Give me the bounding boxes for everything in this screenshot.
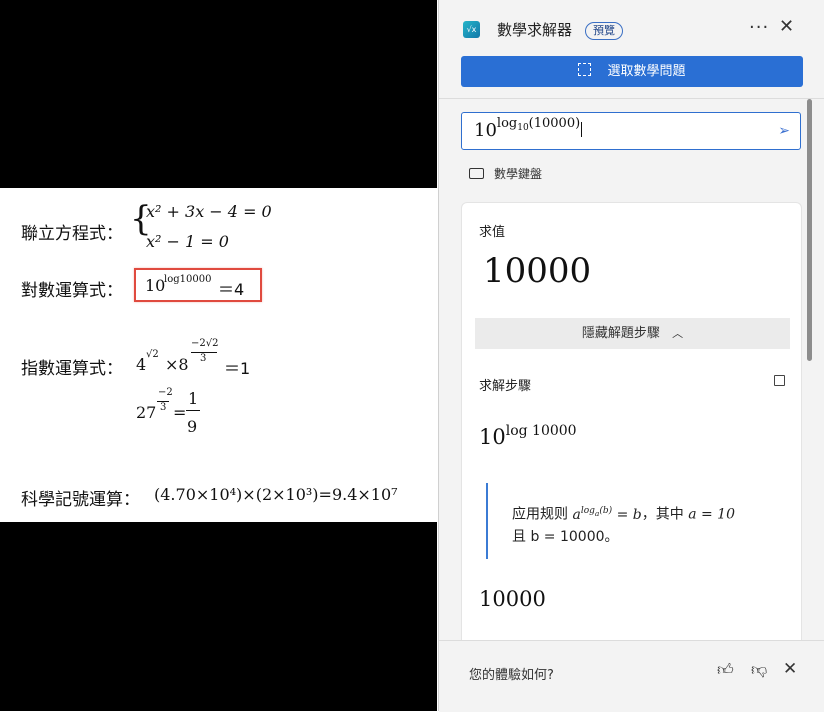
thumbs-down-icon[interactable]: 👎︎ [751, 660, 767, 680]
results-scroll-area[interactable]: 10log10(10000) ➢ 數學鍵盤 求值 10000 隱藏解題步驟 ︿ … [439, 98, 824, 641]
math-solver-panel: √x 數學求解器 預覽 ··· ✕ 選取數學問題 10log10(10000) … [438, 0, 824, 712]
rule-accent-bar [486, 483, 488, 559]
rule-text-a: 应用规则 [512, 506, 573, 523]
input-log: log10(10000) [496, 116, 581, 133]
exp-a-exponent: √2 [146, 349, 159, 360]
steps-heading: 求解步驟 [479, 379, 532, 394]
hide-steps-label: 隱藏解題步驟 [581, 326, 660, 341]
background-document-window: 聯立方程式： { x² + 3x − 4 = 0 x² − 1 = 0 對數運算… [0, 0, 437, 711]
input-log-text: log [496, 116, 518, 131]
simultaneous-equations-label: 聯立方程式： [21, 224, 123, 244]
close-icon[interactable]: ✕ [783, 659, 797, 679]
frac-numerator: 1 [188, 389, 199, 408]
exp-c-numerator: −2 [158, 387, 173, 398]
close-icon[interactable]: ✕ [779, 16, 794, 37]
rule-condition: a = 10 [688, 506, 735, 523]
app-title: 數學求解器 [497, 21, 573, 39]
scientific-notation-label: 科學記號運算： [21, 490, 140, 510]
feedback-bar: 您的體驗如何? 👍︎ 👎︎ ✕ [439, 640, 824, 712]
document-page: 聯立方程式： { x² + 3x − 4 = 0 x² − 1 = 0 對數運算… [0, 188, 437, 522]
step-exponent: log 10000 [505, 423, 577, 439]
hide-steps-button[interactable]: 隱藏解題步驟 ︿ [475, 318, 790, 349]
rule-text-line2: 且 b = 10000。 [512, 528, 619, 545]
rule-explanation: 应用规则 aloga(b) = b，其中 a = 10 且 b = 10000。 [512, 500, 772, 548]
log-expression-label: 對數運算式： [21, 281, 123, 301]
step-expression: 10log 10000 [479, 423, 577, 449]
input-log-argument: (10000) [528, 116, 581, 131]
log-base: 10 [145, 276, 166, 295]
exp-c-base: 27 [136, 403, 157, 422]
math-keyboard-button[interactable]: 數學鍵盤 [469, 165, 542, 182]
math-solver-icon: √x [463, 21, 480, 38]
evaluate-heading: 求值 [479, 225, 506, 240]
input-base: 10 [474, 120, 497, 141]
keyboard-icon [469, 168, 484, 179]
exp-c-denominator: 3 [160, 402, 167, 413]
keyboard-label: 數學鍵盤 [494, 167, 543, 181]
selection-icon [578, 63, 592, 76]
exp-times-8: ×8 [165, 355, 189, 374]
equation-2: x² − 1 = 0 [146, 232, 229, 251]
math-input-field[interactable]: 10log10(10000) ➢ [461, 112, 801, 150]
log-exponent: log10000 [164, 274, 212, 285]
rule-formula: aloga(b) = b [572, 506, 642, 523]
send-icon[interactable]: ➢ [778, 123, 790, 139]
step-base: 10 [479, 425, 506, 449]
more-icon[interactable]: ··· [749, 17, 769, 38]
fraction-line [186, 410, 200, 411]
exponent-expression-label: 指數運算式： [21, 359, 123, 379]
preview-badge: 預覽 [585, 22, 623, 40]
select-math-problem-button[interactable]: 選取數學問題 [461, 56, 803, 87]
title-bar: √x 數學求解器 預覽 ··· ✕ [439, 0, 824, 56]
text-caret [581, 122, 583, 137]
open-external-icon[interactable] [774, 375, 785, 386]
exp-b-denominator: 3 [200, 353, 207, 364]
result-value: 10000 [483, 251, 592, 291]
chevron-up-icon: ︿ [672, 327, 684, 340]
input-expression: 10log10(10000) [474, 116, 583, 141]
thumbs-up-icon[interactable]: 👍︎ [717, 660, 734, 680]
exp-eq-1: ＝1 [224, 359, 251, 378]
scientific-expression: (4.70×10⁴)×(2×10³)=9.4×10⁷ [154, 485, 398, 504]
select-button-label: 選取數學問題 [607, 64, 686, 79]
equation-1: x² + 3x − 4 = 0 [146, 202, 272, 221]
solution-card: 求值 10000 隱藏解題步驟 ︿ 求解步驟 10log 10000 应用规则 … [461, 202, 802, 641]
feedback-question: 您的體驗如何? [469, 668, 554, 683]
log-result: ＝4 [218, 280, 245, 299]
step-result: 10000 [479, 587, 546, 611]
exp-b-numerator: −2√2 [191, 338, 219, 349]
exp-a-base: 4 [136, 355, 147, 374]
exp-c-equals: = [173, 403, 187, 422]
frac-denominator: 9 [187, 417, 198, 436]
scrollbar-thumb[interactable] [807, 99, 812, 361]
input-log-subscript: 10 [517, 123, 529, 133]
rule-text-b: ，其中 [641, 506, 689, 523]
